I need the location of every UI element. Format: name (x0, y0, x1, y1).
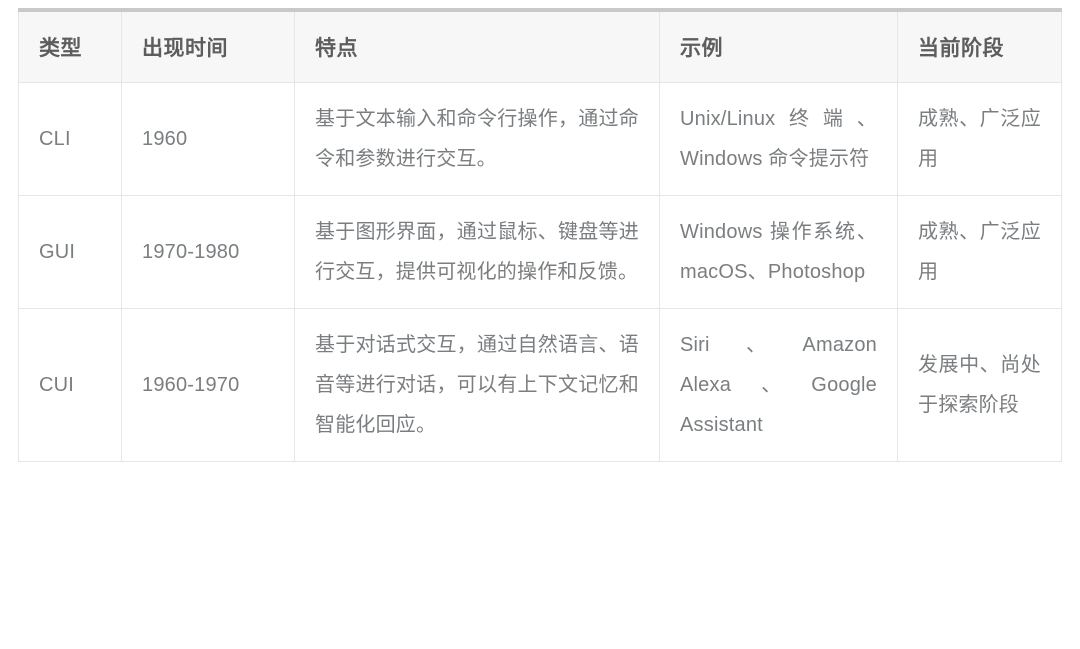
cell-time: 1960-1970 (121, 308, 295, 462)
table-header-row: 类型 出现时间 特点 示例 当前阶段 (18, 9, 1062, 83)
table-body: CLI 1960 基于文本输入和命令行操作，通过命令和参数进行交互。 Unix/… (18, 82, 1062, 462)
column-header-time: 出现时间 (121, 9, 295, 83)
cell-stage: 成熟、广泛应用 (897, 82, 1062, 196)
cell-time: 1960 (121, 82, 295, 196)
column-header-type: 类型 (18, 9, 122, 83)
cell-example: Unix/Linux终端、Windows 命令提示符 (659, 82, 898, 196)
cell-feature: 基于图形界面，通过鼠标、键盘等进行交互，提供可视化的操作和反馈。 (294, 195, 660, 309)
table-row: CLI 1960 基于文本输入和命令行操作，通过命令和参数进行交互。 Unix/… (18, 82, 1062, 196)
comparison-table-wrapper: 类型 出现时间 特点 示例 当前阶段 CLI 1960 基于文本输入和命令行操作… (18, 8, 1062, 462)
cell-stage: 成熟、广泛应用 (897, 195, 1062, 309)
cell-feature: 基于文本输入和命令行操作，通过命令和参数进行交互。 (294, 82, 660, 196)
cell-example: Windows 操作系统、macOS、Photoshop (659, 195, 898, 309)
column-header-feature: 特点 (294, 9, 660, 83)
page-root: 类型 出现时间 特点 示例 当前阶段 CLI 1960 基于文本输入和命令行操作… (0, 0, 1080, 649)
table-row: GUI 1970-1980 基于图形界面，通过鼠标、键盘等进行交互，提供可视化的… (18, 195, 1062, 309)
cell-stage: 发展中、尚处于探索阶段 (897, 308, 1062, 462)
table-header: 类型 出现时间 特点 示例 当前阶段 (18, 9, 1062, 83)
column-header-stage: 当前阶段 (897, 9, 1062, 83)
cell-feature: 基于对话式交互，通过自然语言、语音等进行对话，可以有上下文记忆和智能化回应。 (294, 308, 660, 462)
cell-example: Siri、Amazon Alexa、Google Assistant (659, 308, 898, 462)
interface-comparison-table: 类型 出现时间 特点 示例 当前阶段 CLI 1960 基于文本输入和命令行操作… (18, 8, 1062, 462)
cell-type: GUI (18, 195, 122, 309)
cell-type: CUI (18, 308, 122, 462)
table-row: CUI 1960-1970 基于对话式交互，通过自然语言、语音等进行对话，可以有… (18, 308, 1062, 462)
cell-type: CLI (18, 82, 122, 196)
cell-time: 1970-1980 (121, 195, 295, 309)
column-header-example: 示例 (659, 9, 898, 83)
